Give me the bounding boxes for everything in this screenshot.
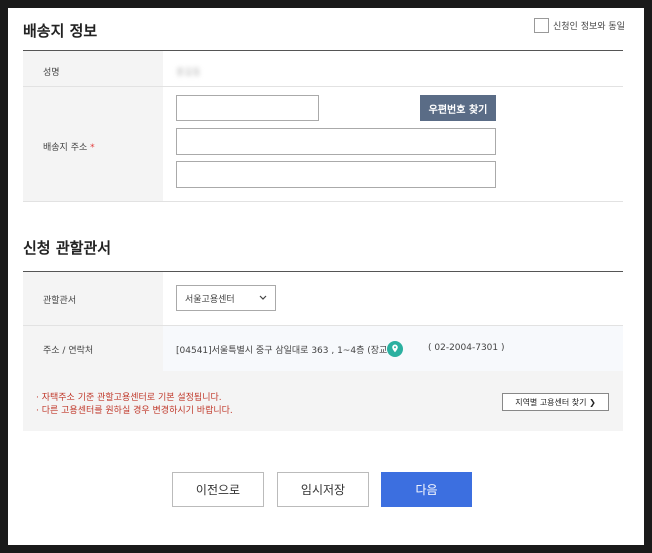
- address-row-divider: [23, 201, 623, 202]
- name-value: 홍길동: [176, 68, 201, 78]
- office-address-text: [04541]서울특별시 중구 삼일대로 363 , 1~4층 (장교동): [176, 346, 400, 356]
- jurisdiction-section-title: 신청 관할관서: [23, 239, 112, 257]
- note-line-2: · 다른 고용센터를 원하실 경우 변경하시기 바랍니다.: [36, 406, 233, 416]
- prev-button[interactable]: 이전으로: [172, 472, 264, 507]
- same-as-applicant-option[interactable]: 신청인 정보와 동일: [534, 18, 625, 33]
- same-as-applicant-label: 신청인 정보와 동일: [553, 22, 625, 32]
- zipcode-input[interactable]: [176, 95, 319, 121]
- address-label-text: 배송지 주소: [43, 143, 88, 153]
- map-pin-icon[interactable]: [387, 341, 403, 357]
- chevron-down-icon: [259, 295, 267, 301]
- office-select-value: 서울고용센터: [185, 294, 235, 305]
- zipcode-search-button[interactable]: 우편번호 찾기: [420, 95, 496, 121]
- shipping-section-title: 배송지 정보: [23, 22, 98, 40]
- required-mark: *: [90, 143, 95, 153]
- office-phone-text: ( 02-2004-7301 ): [428, 343, 505, 353]
- same-as-applicant-checkbox[interactable]: [534, 18, 549, 33]
- note-line-1: · 자택주소 기준 관할고용센터로 기본 설정됩니다.: [36, 393, 222, 403]
- name-label: 성명: [43, 68, 60, 78]
- address-line2-input[interactable]: [176, 161, 496, 188]
- temp-save-button[interactable]: 임시저장: [277, 472, 369, 507]
- address-line1-input[interactable]: [176, 128, 496, 155]
- address-label: 배송지 주소 *: [43, 140, 95, 153]
- office-label: 관할관서: [43, 296, 77, 306]
- contact-label: 주소 / 연락처: [43, 346, 94, 356]
- page-frame: 배송지 정보 신청인 정보와 동일 성명 홍길동 배송지 주소 * 우편번호 찾…: [8, 8, 644, 545]
- region-center-search-button[interactable]: 지역별 고용센터 찾기 ❯: [502, 393, 609, 411]
- next-button[interactable]: 다음: [381, 472, 472, 507]
- office-select[interactable]: 서울고용센터: [176, 285, 276, 311]
